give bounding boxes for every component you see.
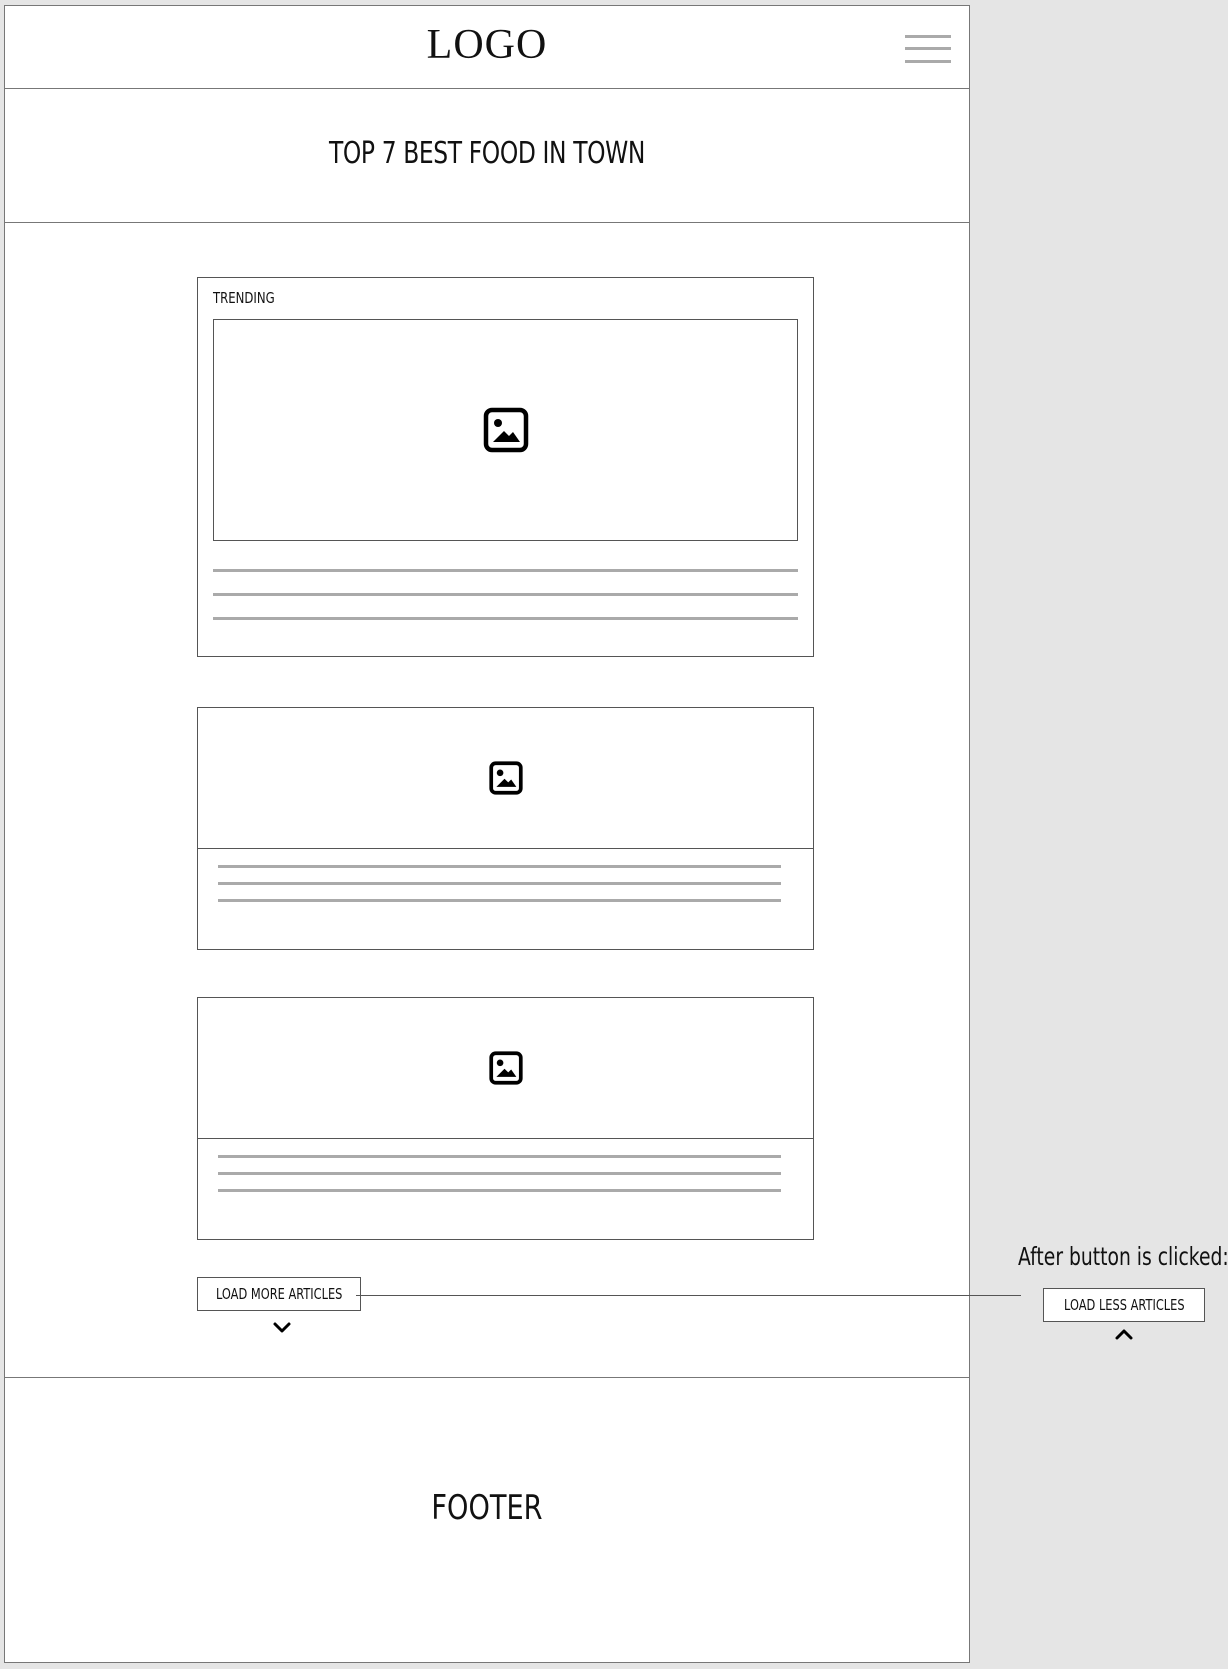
footer: FOOTER (5, 1377, 969, 1663)
menu-bar (905, 35, 951, 38)
image-placeholder-icon (488, 761, 523, 795)
text-placeholder-line (218, 899, 781, 902)
text-placeholder-line (218, 1155, 781, 1158)
trending-label: TRENDING (213, 289, 275, 307)
text-placeholder-line (218, 1172, 781, 1175)
load-more-label: LOAD MORE ARTICLES (215, 1284, 343, 1303)
footer-label: FOOTER (431, 1488, 543, 1528)
text-placeholder-line (218, 865, 781, 868)
menu-bar (905, 60, 951, 63)
text-placeholder-line (213, 593, 798, 596)
text-placeholder-line (218, 1189, 781, 1192)
trending-card[interactable]: TRENDING (197, 277, 814, 657)
article-card[interactable] (197, 997, 814, 1240)
page-title: TOP 7 BEST FOOD IN TOWN (329, 136, 645, 171)
load-less-label: LOAD LESS ARTICLES (1063, 1295, 1185, 1314)
hamburger-menu-icon[interactable] (905, 33, 951, 65)
image-placeholder-icon (488, 1051, 523, 1085)
text-placeholder-line (218, 882, 781, 885)
logo[interactable]: LOGO (5, 24, 969, 66)
article-card[interactable] (197, 707, 814, 950)
text-placeholder-line (213, 569, 798, 572)
text-placeholder-line (213, 617, 798, 620)
load-less-articles-button[interactable]: LOAD LESS ARTICLES (1043, 1288, 1205, 1322)
header: LOGO (5, 6, 969, 89)
menu-bar (905, 47, 951, 50)
article-image-placeholder[interactable] (198, 998, 813, 1139)
annotation-connector-line (356, 1295, 1021, 1296)
article-image-placeholder[interactable] (198, 708, 813, 849)
title-band: TOP 7 BEST FOOD IN TOWN (5, 89, 969, 223)
chevron-up-icon[interactable] (1113, 1327, 1135, 1341)
load-more-articles-button[interactable]: LOAD MORE ARTICLES (197, 1277, 361, 1311)
trending-image-placeholder[interactable] (213, 319, 798, 541)
wireframe-page: LOGO TOP 7 BEST FOOD IN TOWN TRENDING LO… (4, 5, 970, 1663)
chevron-down-icon[interactable] (271, 1321, 293, 1335)
image-placeholder-icon (483, 407, 528, 453)
annotation-note: After button is clicked: (1018, 1242, 1228, 1271)
